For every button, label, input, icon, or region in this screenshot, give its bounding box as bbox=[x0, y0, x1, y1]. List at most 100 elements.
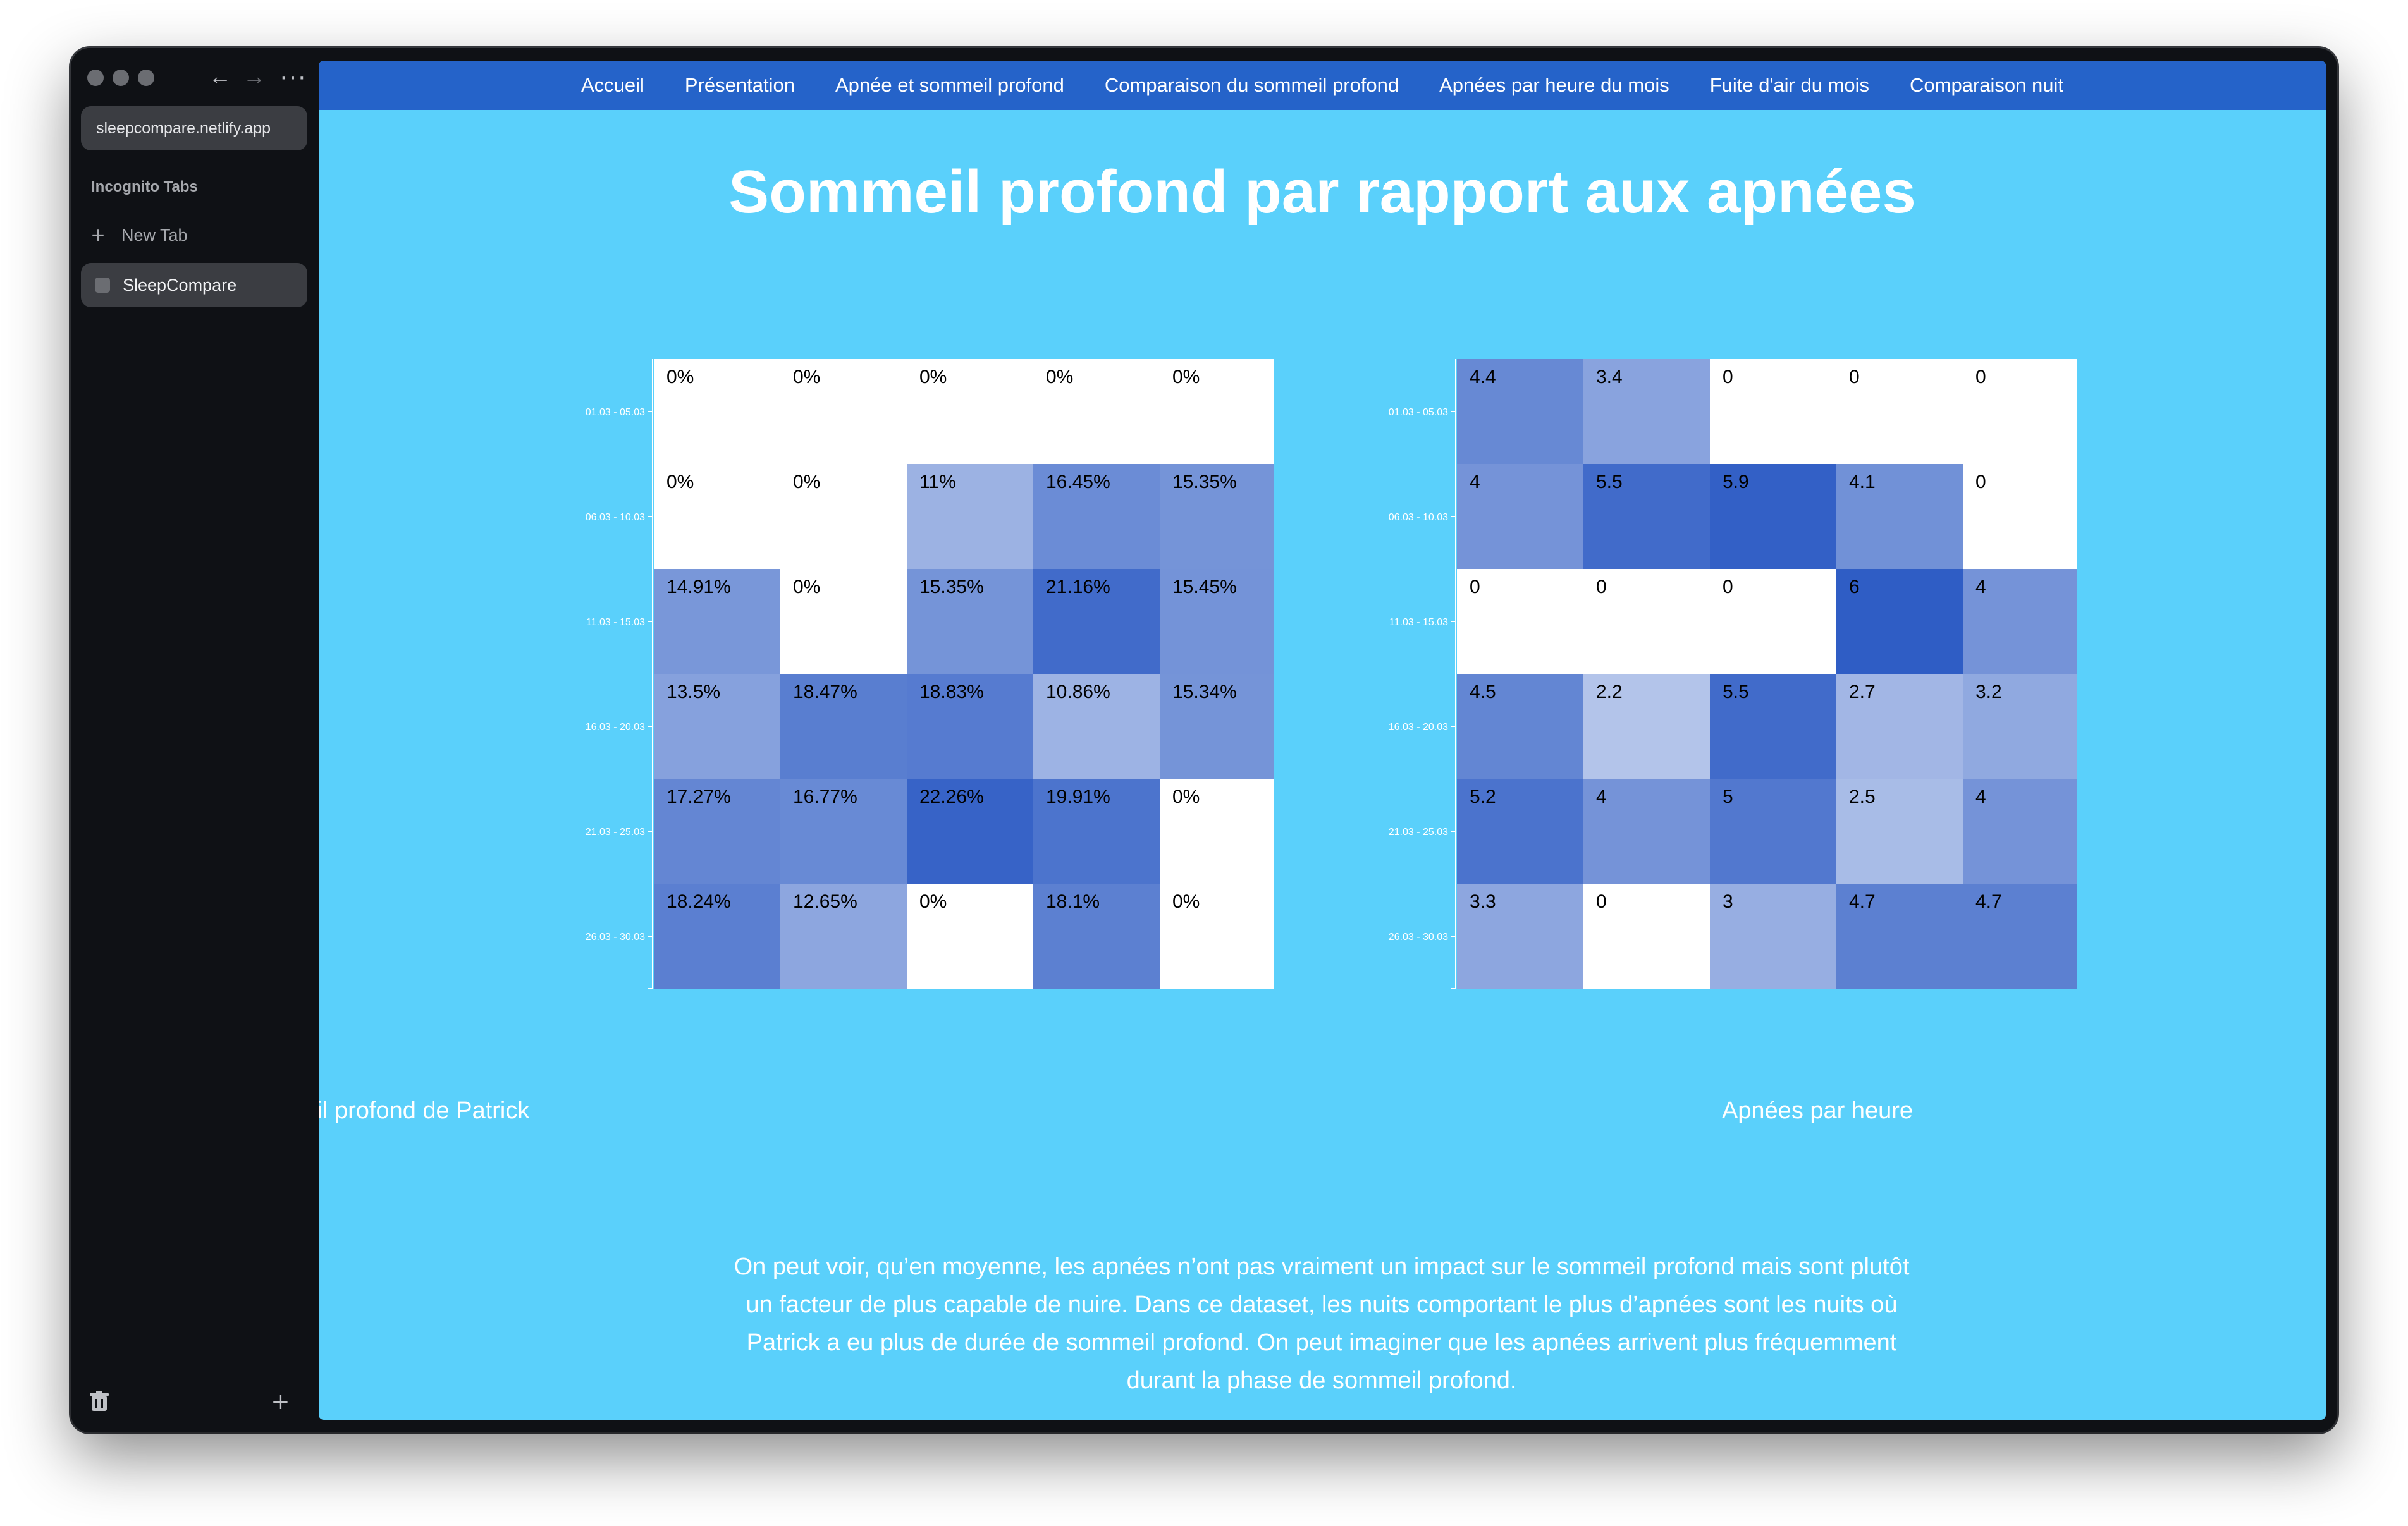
cell-value-label: 0% bbox=[1172, 786, 1200, 807]
cell-value-label: 0% bbox=[793, 367, 820, 388]
apnea-caption: Apnées par heure bbox=[1721, 1097, 1914, 1124]
y-axis-tick-label: 26.03 - 30.03 bbox=[1389, 932, 1448, 943]
cell-value-label: 12.65% bbox=[793, 891, 857, 912]
cell-value-label: 19.91% bbox=[1046, 786, 1110, 807]
cell-value-label: 0% bbox=[793, 577, 820, 597]
y-axis-tick-label: 11.03 - 15.03 bbox=[1389, 617, 1448, 628]
cell-value-label: 4 bbox=[1975, 786, 1986, 807]
cell-value-label: 4 bbox=[1596, 786, 1607, 807]
cell-value-label: 16.77% bbox=[793, 786, 857, 807]
cell-value-label: 18.1% bbox=[1046, 891, 1100, 912]
cell-value-label: 5.5 bbox=[1723, 681, 1749, 702]
trash-icon[interactable] bbox=[90, 1391, 109, 1412]
cell-value-label: 14.91% bbox=[666, 577, 731, 597]
cell-value-label: 0 bbox=[1975, 367, 1986, 388]
cell-value-label: 5 bbox=[1723, 786, 1733, 807]
tab-sleepcompare[interactable]: SleepCompare bbox=[81, 263, 307, 307]
tab-label: SleepCompare bbox=[123, 275, 237, 295]
cell-value-label: 0 bbox=[1975, 472, 1986, 492]
y-axis-tick-label: 16.03 - 20.03 bbox=[1389, 722, 1448, 733]
incognito-tabs-label: Incognito Tabs bbox=[91, 178, 198, 195]
cell-value-label: 10.86% bbox=[1046, 681, 1110, 702]
cell-value-label: 6 bbox=[1849, 577, 1860, 597]
cell-value-label: 17.27% bbox=[666, 786, 731, 807]
nav-comparaison-nuit[interactable]: Comparaison nuit bbox=[1910, 74, 2063, 97]
deep-sleep-heatmap: 0% 0% 0% 0% 0% 0% 0% 11% 16.45% 15.35% 14.91% 0% 15.… bbox=[540, 296, 1274, 991]
cell-value-label: 0% bbox=[1046, 367, 1073, 388]
window-controls bbox=[87, 70, 154, 86]
cell-value-label: 0% bbox=[919, 367, 947, 388]
nav-presentation[interactable]: Présentation bbox=[685, 74, 795, 97]
cell-value-label: 0 bbox=[1596, 891, 1607, 912]
cell-value-label: 22.26% bbox=[919, 786, 984, 807]
deep-sleep-caption: Sommeil profond de Patrick bbox=[319, 1097, 530, 1124]
cell-value-label: 4 bbox=[1470, 472, 1480, 492]
top-navigation: Accueil Présentation Apnée et sommeil pr… bbox=[319, 61, 2326, 110]
page-title: Sommeil profond par rapport aux apnées bbox=[728, 158, 1916, 226]
cell-value-label: 2.5 bbox=[1849, 786, 1876, 807]
nav-fuite-air[interactable]: Fuite d'air du mois bbox=[1710, 74, 1869, 97]
y-axis-tick-label: 06.03 - 10.03 bbox=[1389, 512, 1448, 523]
cell-value-label: 3.2 bbox=[1975, 681, 2002, 702]
new-tab-label: New Tab bbox=[121, 225, 188, 245]
cell-value-label: 16.45% bbox=[1046, 472, 1110, 492]
cell-value-label: 0 bbox=[1723, 367, 1733, 388]
cell-value-label: 4 bbox=[1975, 577, 1986, 597]
cell-value-label: 0% bbox=[666, 472, 694, 492]
cell-value-label: 4.4 bbox=[1470, 367, 1496, 388]
cell-value-label: 0% bbox=[1172, 891, 1200, 912]
y-axis-tick-label: 06.03 - 10.03 bbox=[586, 512, 645, 523]
cell-value-label: 4.7 bbox=[1849, 891, 1876, 912]
cell-value-label: 15.45% bbox=[1172, 577, 1237, 597]
cell-value-label: 0% bbox=[1172, 367, 1200, 388]
cell-value-label: 5.2 bbox=[1470, 786, 1496, 807]
y-axis-tick-label: 01.03 - 05.03 bbox=[1389, 407, 1448, 418]
cell-value-label: 15.35% bbox=[919, 577, 984, 597]
cell-value-label: 2.7 bbox=[1849, 681, 1876, 702]
nav-apnees-par-heure[interactable]: Apnées par heure du mois bbox=[1439, 74, 1669, 97]
cell-value-label: 3 bbox=[1723, 891, 1733, 912]
y-axis-tick-label: 26.03 - 30.03 bbox=[586, 932, 645, 943]
cell-value-label: 0 bbox=[1470, 577, 1480, 597]
y-axis-tick-label: 21.03 - 25.03 bbox=[586, 827, 645, 838]
cell-value-label: 0% bbox=[919, 891, 947, 912]
cell-value-label: 21.16% bbox=[1046, 577, 1110, 597]
cell-value-label: 18.83% bbox=[919, 681, 984, 702]
y-axis-tick-label: 11.03 - 15.03 bbox=[586, 617, 645, 628]
close-window-button[interactable] bbox=[87, 70, 104, 86]
cell-value-label: 3.4 bbox=[1596, 367, 1623, 388]
cell-value-label: 0 bbox=[1849, 367, 1860, 388]
cell-value-label: 13.5% bbox=[666, 681, 720, 702]
add-tab-icon[interactable]: + bbox=[272, 1387, 289, 1416]
cell-value-label: 0% bbox=[666, 367, 694, 388]
more-options-icon[interactable]: ··· bbox=[280, 61, 307, 92]
cell-value-label: 4.7 bbox=[1975, 891, 2002, 912]
cell-value-label: 5.9 bbox=[1723, 472, 1749, 492]
back-arrow-icon[interactable]: ← bbox=[209, 61, 231, 92]
browser-sidebar: ← → ··· sleepcompare.netlify.app Incogni… bbox=[71, 48, 317, 1432]
cell-value-label: 4.1 bbox=[1849, 472, 1876, 492]
minimize-window-button[interactable] bbox=[113, 70, 129, 86]
nav-comparaison-sommeil-profond[interactable]: Comparaison du sommeil profond bbox=[1105, 74, 1399, 97]
deep-sleep-heatmap-svg: 0% 0% 0% 0% 0% 0% 0% 11% 16.45% 15.35% 14.91% 0% 15.… bbox=[586, 359, 1274, 989]
cell-value-label: 15.34% bbox=[1172, 681, 1237, 702]
cell-value-label: 4.5 bbox=[1470, 681, 1496, 702]
y-axis-tick-label: 16.03 - 20.03 bbox=[586, 722, 645, 733]
cell-value-label: 18.24% bbox=[666, 891, 731, 912]
cell-value-label: 0 bbox=[1723, 577, 1733, 597]
nav-apnee-sommeil-profond[interactable]: Apnée et sommeil profond bbox=[835, 74, 1064, 97]
cell-value-label: 3.3 bbox=[1470, 891, 1496, 912]
maximize-window-button[interactable] bbox=[138, 70, 154, 86]
browser-window: ← → ··· sleepcompare.netlify.app Incogni… bbox=[71, 48, 2337, 1432]
plus-icon: + bbox=[91, 222, 105, 248]
favicon-icon bbox=[95, 278, 110, 293]
url-bar[interactable]: sleepcompare.netlify.app bbox=[81, 106, 307, 150]
nav-accueil[interactable]: Accueil bbox=[581, 74, 644, 97]
cell-value-label: 11% bbox=[919, 472, 956, 492]
page-content: Accueil Présentation Apnée et sommeil pr… bbox=[319, 61, 2326, 1420]
new-tab-button[interactable]: + New Tab bbox=[90, 216, 188, 254]
forward-arrow-icon[interactable]: → bbox=[243, 61, 266, 92]
y-axis-tick-label: 21.03 - 25.03 bbox=[1389, 827, 1448, 838]
apnea-heatmap-svg: 4.4 3.4 0 0 0 4 5.5 5.9 4.1 0 0 0 0 6 4 4.5 2.2 5.5 2.7 3.2… bbox=[1389, 359, 2077, 989]
cell-value-label: 5.5 bbox=[1596, 472, 1623, 492]
